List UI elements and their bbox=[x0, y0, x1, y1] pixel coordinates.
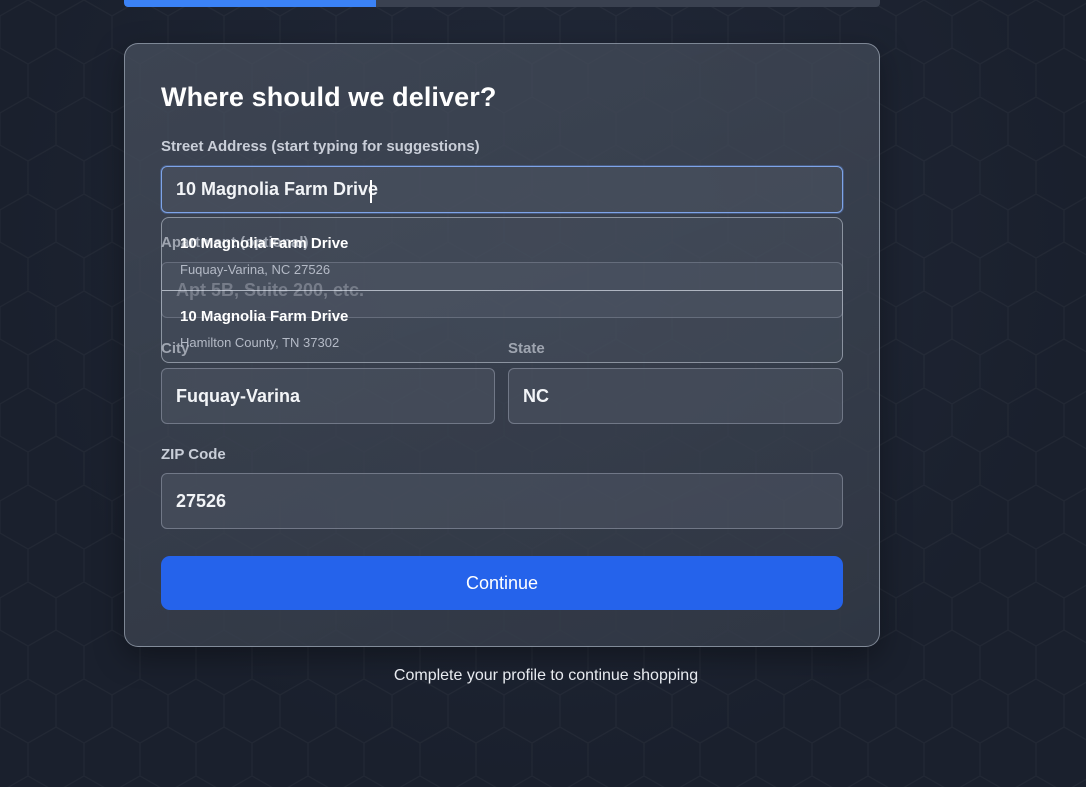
footer-note: Complete your profile to continue shoppi… bbox=[393, 667, 699, 684]
address-suggestions-dropdown: 10 Magnolia Farm Drive Fuquay-Varina, NC… bbox=[161, 217, 843, 363]
suggestion-locality: Fuquay-Varina, NC 27526 bbox=[180, 262, 331, 277]
suggestion-locality: Hamilton County, TN 37302 bbox=[180, 335, 340, 350]
suggestion-street: 10 Magnolia Farm Drive bbox=[180, 308, 349, 325]
continue-button[interactable]: Continue bbox=[161, 556, 843, 610]
form-title: Where should we deliver? bbox=[161, 82, 497, 112]
suggestion-item[interactable]: 10 Magnolia Farm Drive Hamilton County, … bbox=[162, 290, 842, 362]
street-address-label: Street Address (start typing for suggest… bbox=[161, 138, 480, 155]
zip-input[interactable] bbox=[161, 473, 843, 529]
street-address-input[interactable] bbox=[161, 166, 843, 213]
suggestion-item[interactable]: 10 Magnolia Farm Drive Fuquay-Varina, NC… bbox=[162, 218, 842, 290]
zip-label: ZIP Code bbox=[161, 446, 226, 463]
state-input[interactable] bbox=[508, 368, 843, 424]
city-input[interactable] bbox=[161, 368, 495, 424]
suggestion-street: 10 Magnolia Farm Drive bbox=[180, 235, 349, 252]
text-caret bbox=[370, 180, 372, 203]
progress-fill bbox=[124, 0, 376, 7]
delivery-form-card: Where should we deliver? Street Address … bbox=[124, 43, 880, 647]
progress-bar bbox=[124, 0, 880, 7]
